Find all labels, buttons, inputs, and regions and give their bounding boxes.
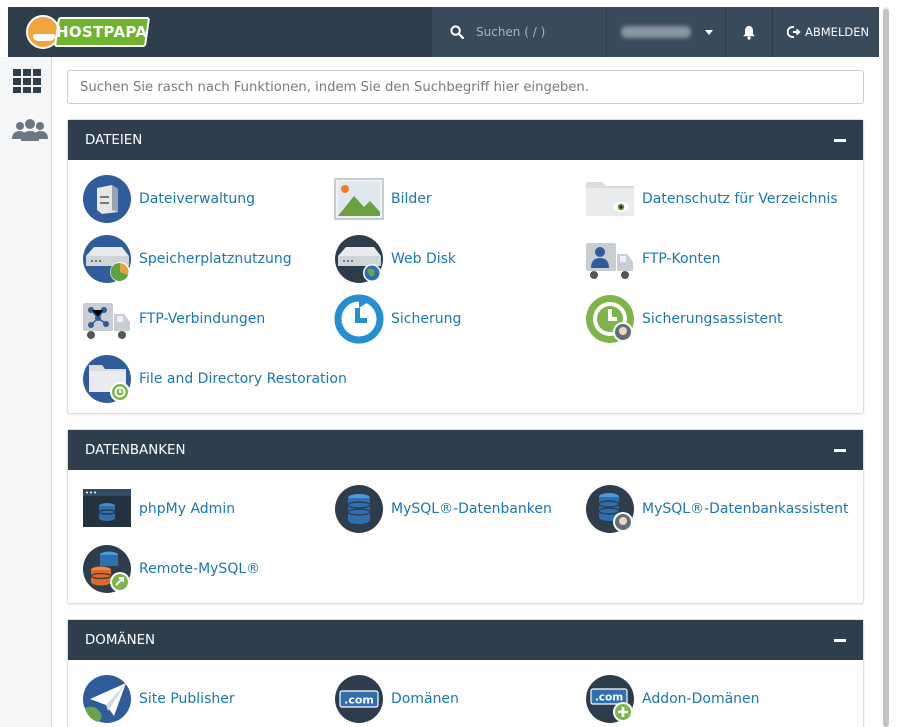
file-restoration-icon — [83, 355, 131, 403]
users-icon[interactable] — [12, 119, 48, 145]
top-search-placeholder: Suchen ( / ) — [476, 25, 546, 39]
section-domains: DOMÄNEN Site Publisher .com Domänen .com… — [67, 619, 864, 727]
svg-text:.com: .com — [595, 692, 623, 704]
item-site-publisher[interactable]: Site Publisher — [82, 674, 235, 724]
section-title: DATENBANKEN — [85, 442, 186, 458]
section-files-header[interactable]: DATEIEN — [68, 120, 863, 160]
mysql-databases-icon — [335, 485, 383, 533]
hostpapa-logo[interactable]: HOSTPAPA — [8, 7, 158, 57]
logout-button[interactable]: ABMELDEN — [773, 7, 879, 57]
section-title: DATEIEN — [85, 132, 143, 148]
item-remote-mysql[interactable]: Remote-MySQL® — [82, 544, 260, 594]
disk-usage-icon — [83, 235, 131, 283]
backup-wizard-icon — [586, 295, 634, 343]
collapse-icon[interactable] — [834, 448, 846, 452]
item-addon-domains[interactable]: .com Addon-Domänen — [585, 674, 760, 724]
left-sidebar — [0, 57, 52, 727]
item-ftp-accounts[interactable]: FTP-Konten — [585, 234, 720, 284]
item-backup-wizard[interactable]: Sicherungsassistent — [585, 294, 782, 344]
bell-icon — [743, 25, 755, 40]
chevron-down-icon — [705, 29, 713, 35]
logo-text: HOSTPAPA — [56, 23, 148, 41]
section-title: DOMÄNEN — [85, 632, 156, 648]
top-search-box[interactable]: Suchen ( / ) — [432, 7, 606, 57]
page-scrollbar[interactable] — [881, 7, 890, 727]
item-web-disk[interactable]: Web Disk — [334, 234, 456, 284]
ftp-accounts-icon — [586, 243, 633, 279]
ftp-connections-icon — [83, 303, 130, 339]
apps-grid-icon[interactable] — [12, 68, 46, 94]
site-publisher-icon — [83, 675, 131, 723]
section-domains-header[interactable]: DOMÄNEN — [68, 620, 863, 660]
feature-search-input[interactable] — [67, 70, 864, 104]
domains-icon: .com — [335, 675, 383, 723]
user-menu[interactable] — [607, 7, 725, 57]
file-manager-icon — [83, 175, 131, 223]
top-bar: HOSTPAPA Suchen ( / ) ABMELDEN — [8, 7, 879, 57]
backup-icon — [334, 294, 384, 344]
phpmyadmin-icon — [83, 489, 131, 527]
section-databases: DATENBANKEN phpMy Admin MySQL®-Datenbank… — [67, 429, 864, 604]
section-files: DATEIEN Dateiverwaltung Bilder Datenschu… — [67, 119, 864, 414]
item-domains[interactable]: .com Domänen — [334, 674, 459, 724]
item-backup[interactable]: Sicherung — [334, 294, 461, 344]
item-phpmyadmin[interactable]: phpMy Admin — [82, 484, 235, 534]
addon-domains-icon: .com — [586, 675, 634, 723]
remote-mysql-icon — [83, 545, 131, 593]
web-disk-icon — [335, 235, 383, 283]
item-directory-privacy[interactable]: Datenschutz für Verzeichnis — [585, 174, 838, 224]
item-mysql-databases[interactable]: MySQL®-Datenbanken — [334, 484, 552, 534]
mysql-wizard-icon — [586, 485, 634, 533]
svg-text:.com: .com — [344, 694, 374, 707]
item-images[interactable]: Bilder — [334, 174, 432, 224]
scrollbar-thumb[interactable] — [883, 9, 889, 727]
item-ftp-connections[interactable]: FTP-Verbindungen — [82, 294, 265, 344]
item-file-manager[interactable]: Dateiverwaltung — [82, 174, 255, 224]
collapse-icon[interactable] — [834, 638, 846, 642]
search-icon — [450, 25, 464, 39]
item-mysql-wizard[interactable]: MySQL®-Datenbankassistent — [585, 484, 848, 534]
item-disk-usage[interactable]: Speicherplatznutzung — [82, 234, 292, 284]
logout-icon — [787, 26, 801, 38]
item-file-restoration[interactable]: File and Directory Restoration — [82, 354, 347, 404]
collapse-icon[interactable] — [834, 138, 846, 142]
username-redacted — [621, 26, 691, 38]
images-icon — [334, 178, 384, 220]
section-databases-header[interactable]: DATENBANKEN — [68, 430, 863, 470]
logout-label: ABMELDEN — [805, 25, 870, 39]
notifications-button[interactable] — [726, 7, 772, 57]
directory-privacy-icon — [586, 182, 634, 216]
